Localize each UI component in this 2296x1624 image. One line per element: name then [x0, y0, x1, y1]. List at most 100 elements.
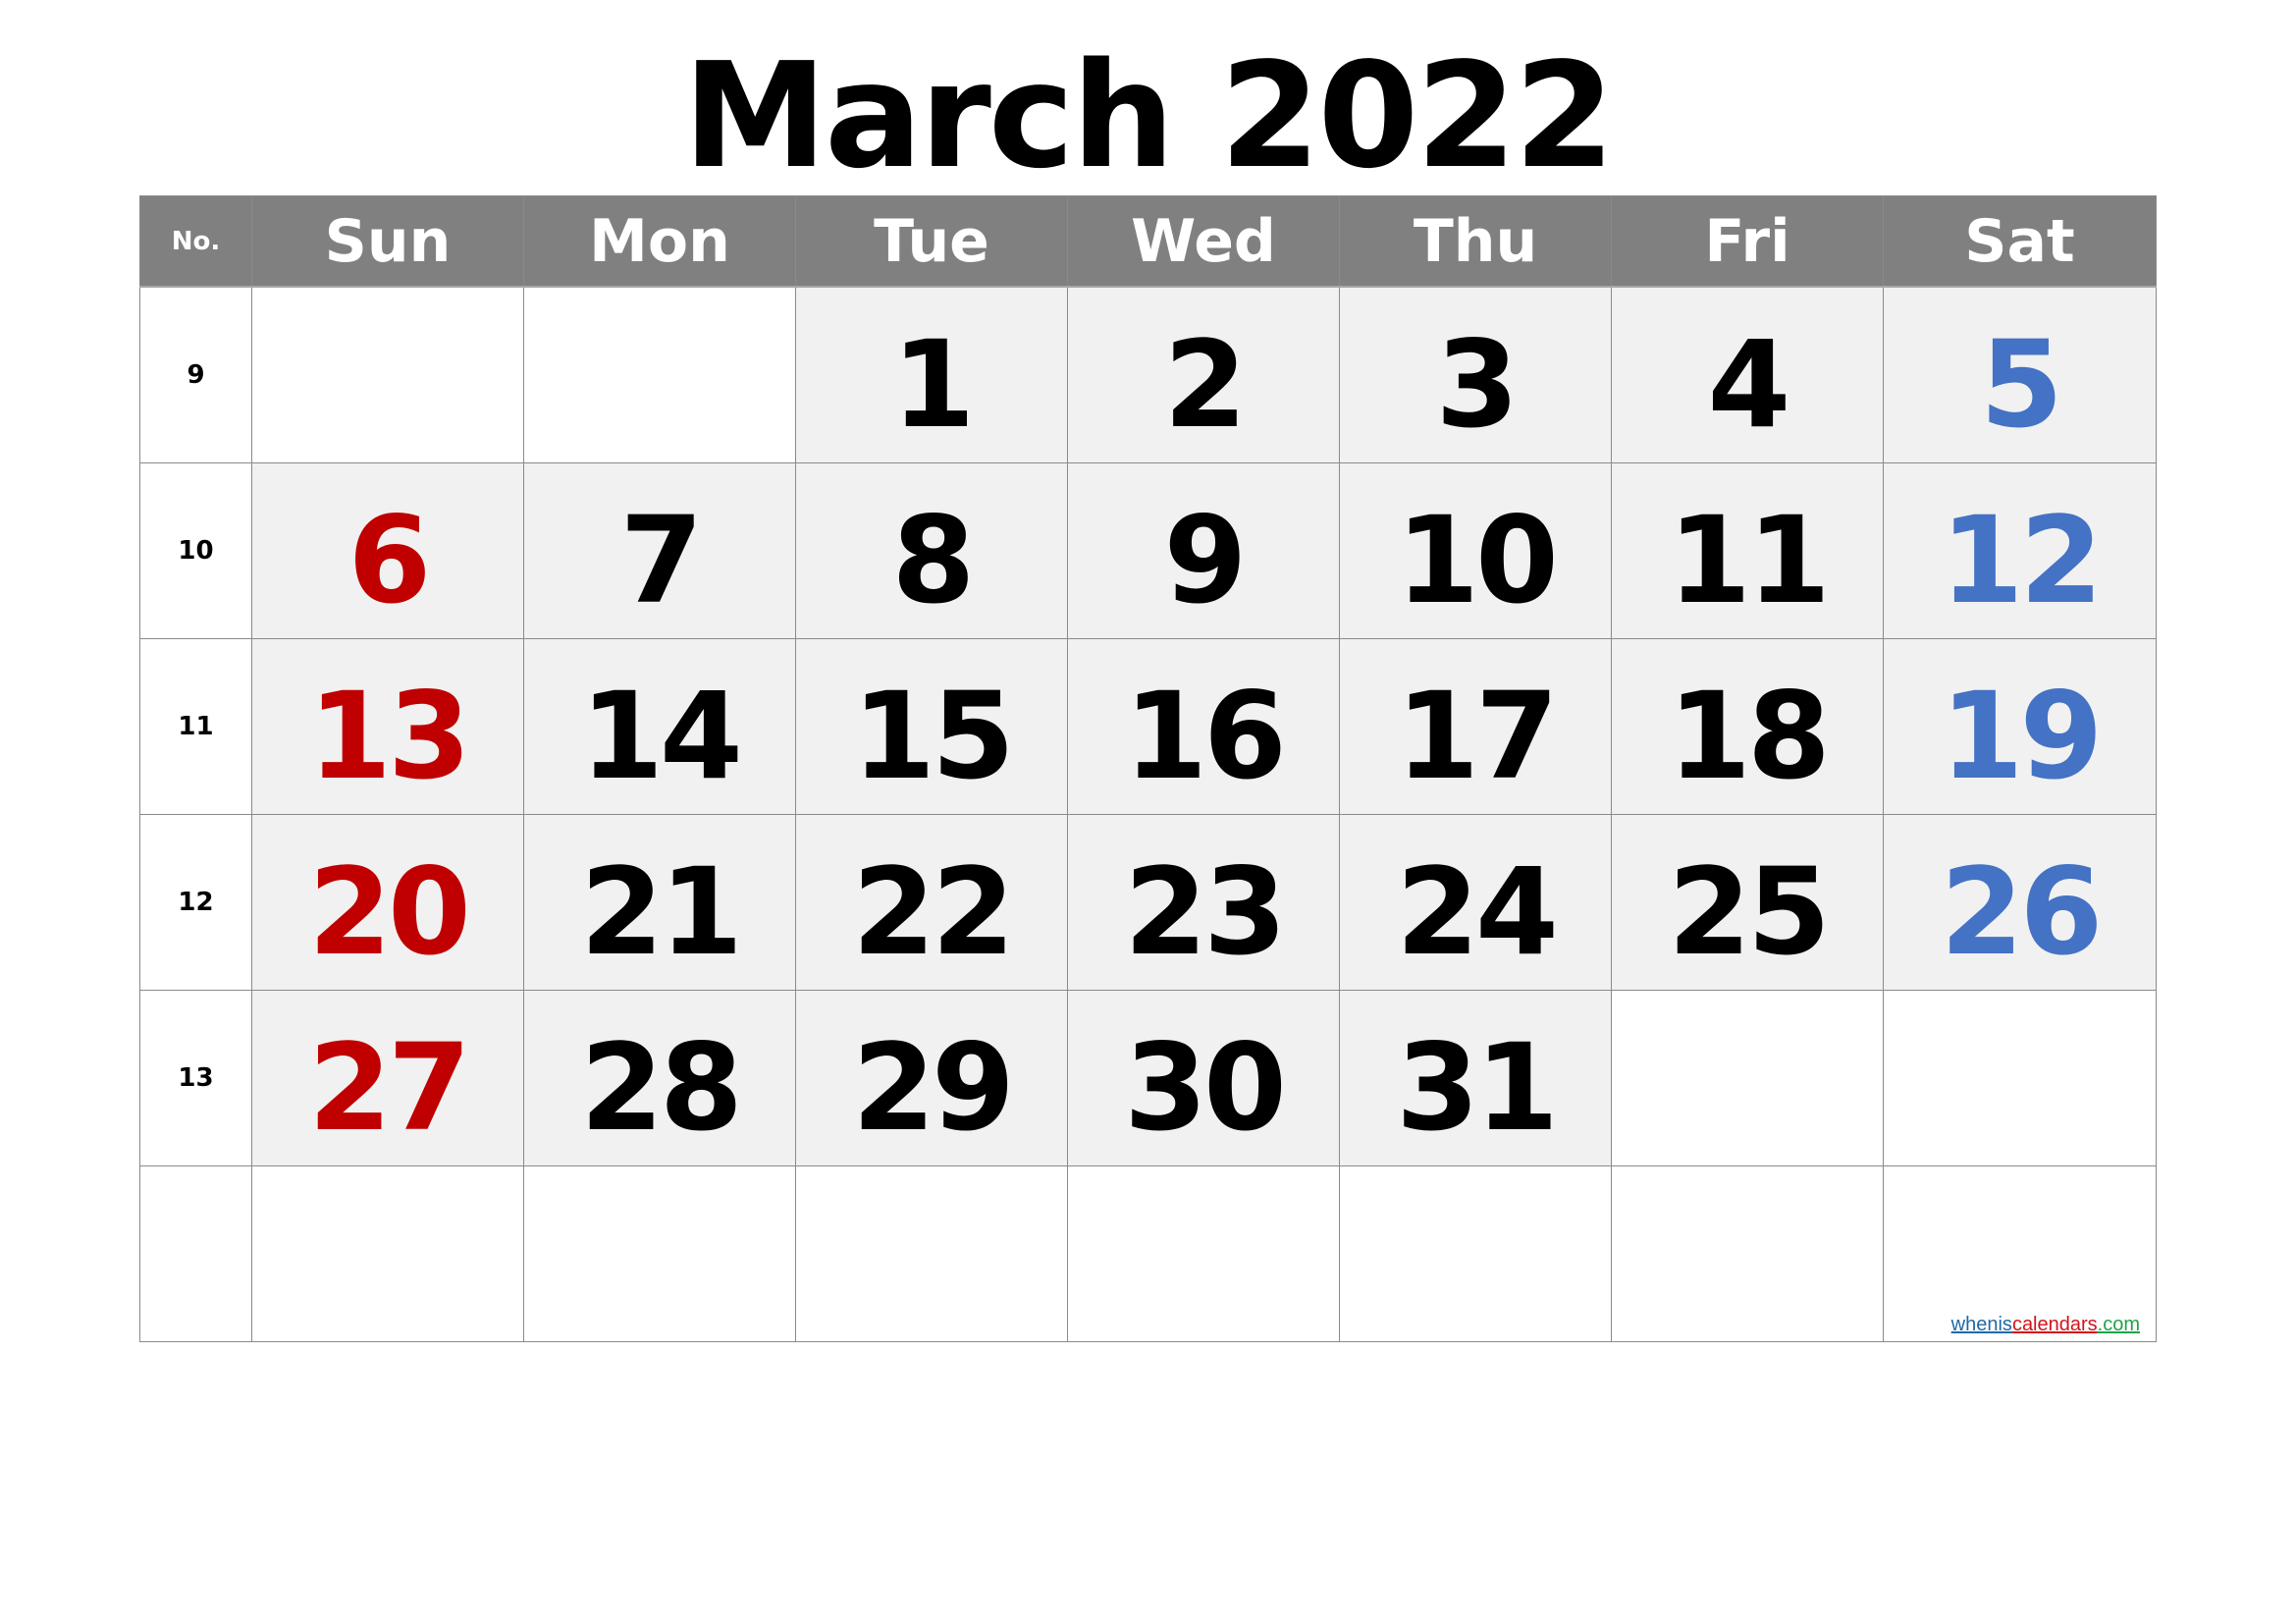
- day-number: 7: [619, 491, 704, 630]
- day-number: 28: [580, 1018, 743, 1158]
- day-number: 21: [580, 842, 743, 982]
- day-number: 5: [1980, 315, 2063, 455]
- day-number: 16: [1124, 667, 1287, 806]
- weekday-header-sat: Sat: [1883, 195, 2157, 288]
- day-number: 3: [1435, 315, 1520, 455]
- day-cell-thu[interactable]: 10: [1339, 462, 1612, 639]
- week-number: 12: [139, 814, 252, 991]
- day-cell-tue[interactable]: 29: [795, 990, 1068, 1166]
- day-number: 19: [1940, 667, 2104, 806]
- day-cell-thu[interactable]: 24: [1339, 814, 1612, 991]
- day-cell-thu[interactable]: 31: [1339, 990, 1612, 1166]
- day-cell-fri[interactable]: 11: [1611, 462, 1884, 639]
- day-cell-fri[interactable]: [1611, 990, 1884, 1166]
- weekday-header-fri: Fri: [1611, 195, 1884, 288]
- day-cell-wed[interactable]: [1067, 1165, 1340, 1342]
- week-number: 10: [139, 462, 252, 639]
- week-row: 13 27 28 29 30 31: [139, 990, 2157, 1166]
- day-number: 14: [580, 667, 743, 806]
- weekday-header-row: No. Sun Mon Tue Wed Thu Fri Sat: [139, 195, 2157, 288]
- day-cell-thu[interactable]: 17: [1339, 638, 1612, 815]
- day-cell-sat[interactable]: 12: [1883, 462, 2157, 639]
- watermark-link[interactable]: wheniscalendars.com: [1951, 1314, 2140, 1335]
- week-number: 13: [139, 990, 252, 1166]
- day-cell-mon[interactable]: [523, 286, 796, 463]
- day-cell-mon[interactable]: 21: [523, 814, 796, 991]
- day-cell-mon[interactable]: 7: [523, 462, 796, 639]
- day-cell-fri[interactable]: 25: [1611, 814, 1884, 991]
- day-number: 15: [852, 667, 1015, 806]
- day-cell-tue[interactable]: 15: [795, 638, 1068, 815]
- day-cell-tue[interactable]: 8: [795, 462, 1068, 639]
- week-row: 11 13 14 15 16 17 18 19: [139, 638, 2157, 815]
- day-cell-sun[interactable]: [251, 286, 524, 463]
- day-cell-sat[interactable]: 5: [1883, 286, 2157, 463]
- day-number: 20: [308, 842, 471, 982]
- week-row: 9 1 2 3 4 5: [139, 286, 2157, 463]
- week-number-header: No.: [139, 195, 252, 288]
- day-number: 22: [852, 842, 1015, 982]
- day-number: 17: [1396, 667, 1559, 806]
- day-cell-thu[interactable]: [1339, 1165, 1612, 1342]
- week-row: 10 6 7 8 9 10 11 12: [139, 462, 2157, 639]
- weekday-header-mon: Mon: [523, 195, 796, 288]
- day-cell-sun[interactable]: [251, 1165, 524, 1342]
- day-cell-fri[interactable]: 18: [1611, 638, 1884, 815]
- day-number: 4: [1707, 315, 1791, 455]
- day-cell-sun[interactable]: 6: [251, 462, 524, 639]
- day-number: 11: [1668, 491, 1831, 630]
- day-cell-mon[interactable]: [523, 1165, 796, 1342]
- weekday-header-sun: Sun: [251, 195, 524, 288]
- day-cell-sat[interactable]: 26: [1883, 814, 2157, 991]
- day-cell-wed[interactable]: 9: [1067, 462, 1340, 639]
- day-cell-wed[interactable]: 16: [1067, 638, 1340, 815]
- day-cell-wed[interactable]: 30: [1067, 990, 1340, 1166]
- calendar-title: March 2022: [682, 31, 1616, 200]
- day-number: 10: [1396, 491, 1559, 630]
- day-number: 2: [1163, 315, 1248, 455]
- day-number: 23: [1124, 842, 1287, 982]
- day-cell-fri[interactable]: 4: [1611, 286, 1884, 463]
- calendar-grid: No. Sun Mon Tue Wed Thu Fri Sat 9 1 2 3 4 5 10…: [139, 195, 2157, 1342]
- watermark-part3: .com: [2097, 1314, 2140, 1335]
- day-cell-fri[interactable]: [1611, 1165, 1884, 1342]
- day-number: 12: [1940, 491, 2104, 630]
- weekday-header-wed: Wed: [1067, 195, 1340, 288]
- day-cell-thu[interactable]: 3: [1339, 286, 1612, 463]
- week-row: wheniscalendars.com: [139, 1165, 2157, 1342]
- watermark-part2: calendars: [2011, 1314, 2098, 1335]
- day-cell-tue[interactable]: [795, 1165, 1068, 1342]
- weekday-header-thu: Thu: [1339, 195, 1612, 288]
- day-number: 6: [347, 491, 432, 630]
- day-cell-sat[interactable]: [1883, 990, 2157, 1166]
- day-number: 9: [1163, 491, 1248, 630]
- day-cell-wed[interactable]: 23: [1067, 814, 1340, 991]
- day-number: 13: [308, 667, 471, 806]
- day-number: 26: [1940, 842, 2104, 982]
- day-cell-sat[interactable]: 19: [1883, 638, 2157, 815]
- week-row: 12 20 21 22 23 24 25 26: [139, 814, 2157, 991]
- day-number: 8: [891, 491, 976, 630]
- week-number: 11: [139, 638, 252, 815]
- day-cell-sun[interactable]: 13: [251, 638, 524, 815]
- day-cell-sat[interactable]: wheniscalendars.com: [1883, 1165, 2157, 1342]
- day-number: 27: [308, 1018, 471, 1158]
- day-cell-tue[interactable]: 22: [795, 814, 1068, 991]
- day-cell-mon[interactable]: 14: [523, 638, 796, 815]
- week-number: [139, 1165, 252, 1342]
- day-number: 31: [1396, 1018, 1559, 1158]
- day-cell-sun[interactable]: 27: [251, 990, 524, 1166]
- day-number: 29: [852, 1018, 1015, 1158]
- watermark-part1: whenis: [1950, 1314, 2012, 1335]
- day-cell-tue[interactable]: 1: [795, 286, 1068, 463]
- day-number: 1: [891, 315, 976, 455]
- day-number: 18: [1668, 667, 1831, 806]
- day-cell-sun[interactable]: 20: [251, 814, 524, 991]
- day-cell-mon[interactable]: 28: [523, 990, 796, 1166]
- day-number: 25: [1668, 842, 1831, 982]
- week-number: 9: [139, 286, 252, 463]
- weekday-header-tue: Tue: [795, 195, 1068, 288]
- day-number: 30: [1124, 1018, 1287, 1158]
- day-number: 24: [1396, 842, 1559, 982]
- day-cell-wed[interactable]: 2: [1067, 286, 1340, 463]
